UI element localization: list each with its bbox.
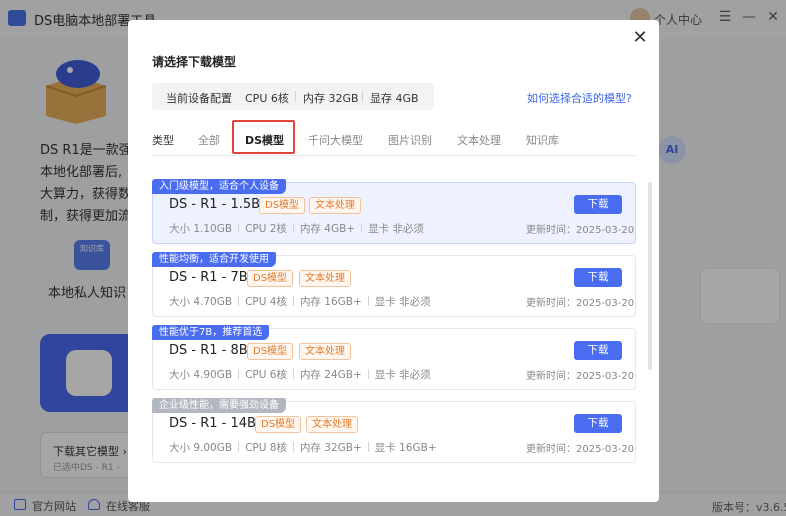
spec-cpu: CPU 8核 xyxy=(245,442,287,454)
divider xyxy=(238,296,240,306)
tag-text-processing: 文本处理 xyxy=(299,270,351,287)
download-button[interactable]: 下载 xyxy=(574,414,622,433)
spec-gpu: 显卡 非必须 xyxy=(368,223,424,235)
tab-qwen[interactable]: 千问大模型 xyxy=(308,132,363,148)
update-time: 更新时间：2025-03-20 xyxy=(526,225,635,236)
model-specs: 大小 9.00GB CPU 8核 内存 32GB+ 显卡 16GB+ xyxy=(169,440,437,455)
model-specs: 大小 4.90GB CPU 6核 内存 24GB+ 显卡 非必须 xyxy=(169,367,431,382)
tag-text-processing: 文本处理 xyxy=(306,416,358,433)
divider xyxy=(367,296,369,306)
spec-memory: 内存 32GB+ xyxy=(299,442,362,454)
divider xyxy=(292,223,294,233)
divider xyxy=(292,369,294,379)
model-card[interactable]: 性能均衡，适合开发使用 DS - R1 - 7B DS模型 文本处理 大小 4.… xyxy=(152,252,636,317)
download-button[interactable]: 下载 xyxy=(574,341,622,360)
config-label: 当前设备配置 xyxy=(166,92,232,105)
model-type-tabs: 类型 全部 DS模型 千问大模型 图片识别 文本处理 知识库 xyxy=(152,120,636,156)
tag-ds-model: DS模型 xyxy=(247,270,294,287)
spec-cpu: CPU 6核 xyxy=(245,369,287,381)
spec-gpu: 显卡 16GB+ xyxy=(374,442,437,454)
model-card[interactable]: 入门级模型，适合个人设备 DS - R1 - 1.5B DS模型 文本处理 大小… xyxy=(152,179,636,244)
spec-size: 大小 9.00GB xyxy=(169,442,233,454)
spec-size: 大小 4.70GB xyxy=(169,296,233,308)
model-ribbon: 性能优于7B，推荐首选 xyxy=(152,325,270,340)
spec-size: 大小 1.10GB xyxy=(169,223,233,235)
divider xyxy=(292,442,294,452)
divider xyxy=(362,91,363,102)
model-ribbon: 性能均衡，适合开发使用 xyxy=(152,252,276,267)
active-tab-highlight xyxy=(232,120,295,154)
config-gpu: 显存 4GB xyxy=(370,92,419,105)
divider xyxy=(367,442,369,452)
tag-ds-model: DS模型 xyxy=(259,197,306,214)
how-to-choose-link[interactable]: 如何选择合适的模型? xyxy=(527,90,632,106)
model-name: DS - R1 - 14B xyxy=(169,416,256,431)
spec-size: 大小 4.90GB xyxy=(169,369,233,381)
model-name: DS - R1 - 8B xyxy=(169,343,248,358)
divider xyxy=(367,369,369,379)
type-label: 类型 xyxy=(152,134,174,147)
tag-text-processing: 文本处理 xyxy=(299,343,351,360)
divider xyxy=(292,296,294,306)
divider xyxy=(361,223,363,233)
model-name: DS - R1 - 1.5B xyxy=(169,197,261,212)
download-button[interactable]: 下载 xyxy=(574,195,622,214)
spec-memory: 内存 4GB+ xyxy=(299,223,356,235)
update-time: 更新时间：2025-03-20 xyxy=(526,371,635,382)
model-list: 入门级模型，适合个人设备 DS - R1 - 1.5B DS模型 文本处理 大小… xyxy=(152,179,636,482)
spec-cpu: CPU 4核 xyxy=(245,296,287,308)
spec-gpu: 显卡 非必须 xyxy=(374,296,431,308)
dialog-title: 请选择下载模型 xyxy=(152,55,237,69)
model-card[interactable]: 企业级性能，需要强劲设备 DS - R1 - 14B DS模型 文本处理 大小 … xyxy=(152,398,636,463)
divider xyxy=(238,442,240,452)
model-ribbon: 入门级模型，适合个人设备 xyxy=(152,179,286,194)
divider xyxy=(238,223,240,233)
spec-memory: 内存 24GB+ xyxy=(299,369,362,381)
close-icon[interactable]: ✕ xyxy=(628,26,652,50)
spec-memory: 内存 16GB+ xyxy=(299,296,362,308)
tab-image-recognition[interactable]: 图片识别 xyxy=(388,132,432,148)
tag-ds-model: DS模型 xyxy=(255,416,302,433)
tab-knowledge-base[interactable]: 知识库 xyxy=(526,132,559,148)
spec-cpu: CPU 2核 xyxy=(245,223,287,235)
download-button[interactable]: 下载 xyxy=(574,268,622,287)
update-time: 更新时间：2025-03-20 xyxy=(526,444,635,455)
tag-ds-model: DS模型 xyxy=(247,343,294,360)
list-scrollbar[interactable] xyxy=(648,182,652,370)
tag-text-processing: 文本处理 xyxy=(309,197,361,214)
model-download-dialog: ✕ 请选择下载模型 当前设备配置 CPU 6核 内存 32GB 显存 4GB 如… xyxy=(128,20,659,502)
config-memory: 内存 32GB xyxy=(303,92,359,105)
model-specs: 大小 1.10GB CPU 2核 内存 4GB+ 显卡 非必须 xyxy=(169,221,424,236)
tab-text-processing[interactable]: 文本处理 xyxy=(457,132,501,148)
model-ribbon: 企业级性能，需要强劲设备 xyxy=(152,398,286,413)
model-card[interactable]: 性能优于7B，推荐首选 DS - R1 - 8B DS模型 文本处理 大小 4.… xyxy=(152,325,636,390)
tab-all[interactable]: 全部 xyxy=(198,132,220,148)
divider xyxy=(295,91,296,102)
spec-gpu: 显卡 非必须 xyxy=(374,369,431,381)
config-cpu: CPU 6核 xyxy=(245,92,289,105)
device-config: 当前设备配置 CPU 6核 内存 32GB 显存 4GB xyxy=(152,83,434,110)
update-time: 更新时间：2025-03-20 xyxy=(526,298,635,309)
model-name: DS - R1 - 7B xyxy=(169,270,248,285)
divider xyxy=(238,369,240,379)
model-specs: 大小 4.70GB CPU 4核 内存 16GB+ 显卡 非必须 xyxy=(169,294,431,309)
